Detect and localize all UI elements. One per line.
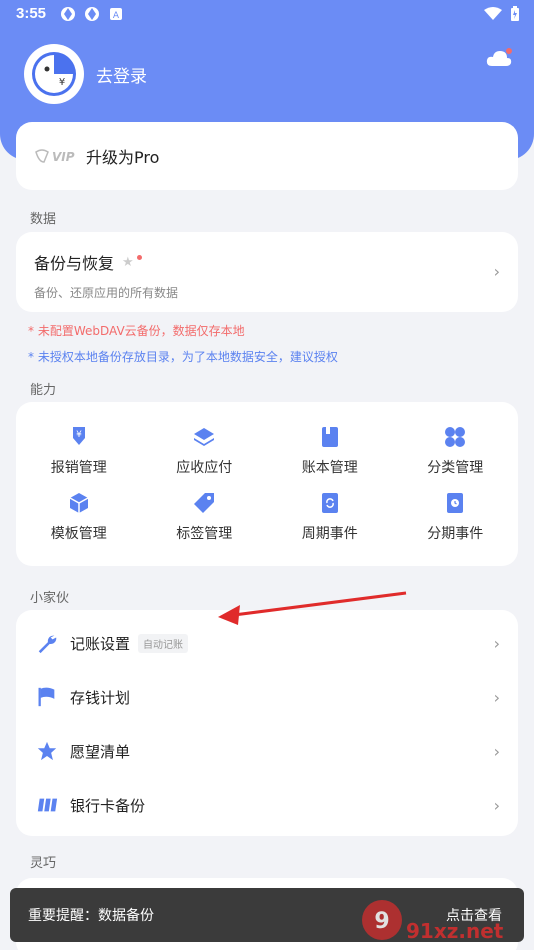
status-right [484,6,520,22]
authorize-notice[interactable]: * 未授权本地备份存放目录，为了本地数据安全，建议授权 [28,348,338,365]
flag-icon [38,687,55,707]
star-icon: ★ [122,254,134,270]
cube-icon [69,493,89,513]
watermark-logo: 9 91xz.net [362,900,504,943]
svg-text:A: A [113,11,120,21]
app-icon: A [110,8,122,21]
wifi-icon [484,7,502,20]
status-bar: 3:55 A [0,0,534,28]
section-capability-title: 能力 [30,383,57,398]
star-icon [37,741,57,761]
svg-text:¥: ¥ [76,430,82,440]
tool-wishlist[interactable]: 愿望清单 › [16,724,518,778]
feature-installment[interactable]: 分期事件 [393,484,519,550]
upgrade-pro-label: 升级为Pro [86,148,160,167]
notification-icon [61,7,75,21]
feature-template[interactable]: 模板管理 [16,484,142,550]
feature-cycle[interactable]: 周期事件 [267,484,393,550]
chevron-right-icon: › [493,687,500,707]
status-time: 3:55 [16,5,47,22]
notification-icon [85,7,99,21]
section-lingqiao-title: 灵巧 [30,856,57,871]
chevron-right-icon: › [493,741,500,761]
chevron-right-icon: › [493,262,500,281]
avatar[interactable]: ¥ [24,44,84,104]
category-icon [445,427,466,447]
webdav-notice[interactable]: * 未配置WebDAV云备份，数据仅存本地 [28,322,245,339]
svg-text:¥: ¥ [59,77,65,88]
app-logo-icon: ¥ [32,52,76,96]
wrench-icon [38,635,57,654]
book-icon [321,427,338,447]
svg-text:9: 9 [374,909,389,934]
tool-savings-plan[interactable]: 存钱计划 › [16,670,518,724]
feature-category[interactable]: 分类管理 [393,418,519,484]
battery-icon [511,6,519,21]
cycle-icon [321,493,338,513]
login-label[interactable]: 去登录 [96,62,147,87]
installment-icon [447,493,464,513]
feature-reimburse[interactable]: ¥ 报销管理 [16,418,142,484]
status-icons: A [60,6,124,22]
chevron-right-icon: › [493,633,500,653]
upgrade-pro-card[interactable]: VIP 升级为Pro [16,122,518,190]
tool-bank-card-backup[interactable]: 银行卡备份 › [16,778,518,832]
backup-subtitle: 备份、还原应用的所有数据 [34,286,179,300]
tag-icon [194,493,215,513]
features-grid: ¥ 报销管理 应收应付 账本管理 分类管理 模板管理 标签管理 周期事件 分期事… [16,402,518,566]
new-badge [136,254,142,260]
backup-title: 备份与恢复 [34,254,115,273]
feature-tag[interactable]: 标签管理 [142,484,268,550]
profile-login[interactable]: ¥ 去登录 [24,44,147,104]
section-data-title: 数据 [30,212,57,227]
tools-list: 记账设置 自动记账 › 存钱计划 › 愿望清单 › 银行卡备份 › [16,610,518,836]
vip-icon: VIP [35,149,75,164]
reimburse-icon: ¥ [72,427,85,445]
annotation-arrow [218,591,407,625]
card-icon [37,798,58,812]
auto-bookkeeping-tag: 自动记账 [138,633,189,653]
watermark-text: 91xz.net [406,919,504,943]
toast-message: 重要提醒：数据备份 [28,908,154,924]
feature-receivable[interactable]: 应收应付 [142,418,268,484]
cloud-sync-icon[interactable] [486,48,512,68]
feature-ledger[interactable]: 账本管理 [267,418,393,484]
layers-icon [194,428,215,446]
backup-restore-card[interactable]: 备份与恢复 ★ 备份、还原应用的所有数据 › [16,232,518,312]
section-tools-title: 小家伙 [30,591,70,606]
chevron-right-icon: › [493,795,500,815]
svg-text:VIP: VIP [52,150,75,164]
